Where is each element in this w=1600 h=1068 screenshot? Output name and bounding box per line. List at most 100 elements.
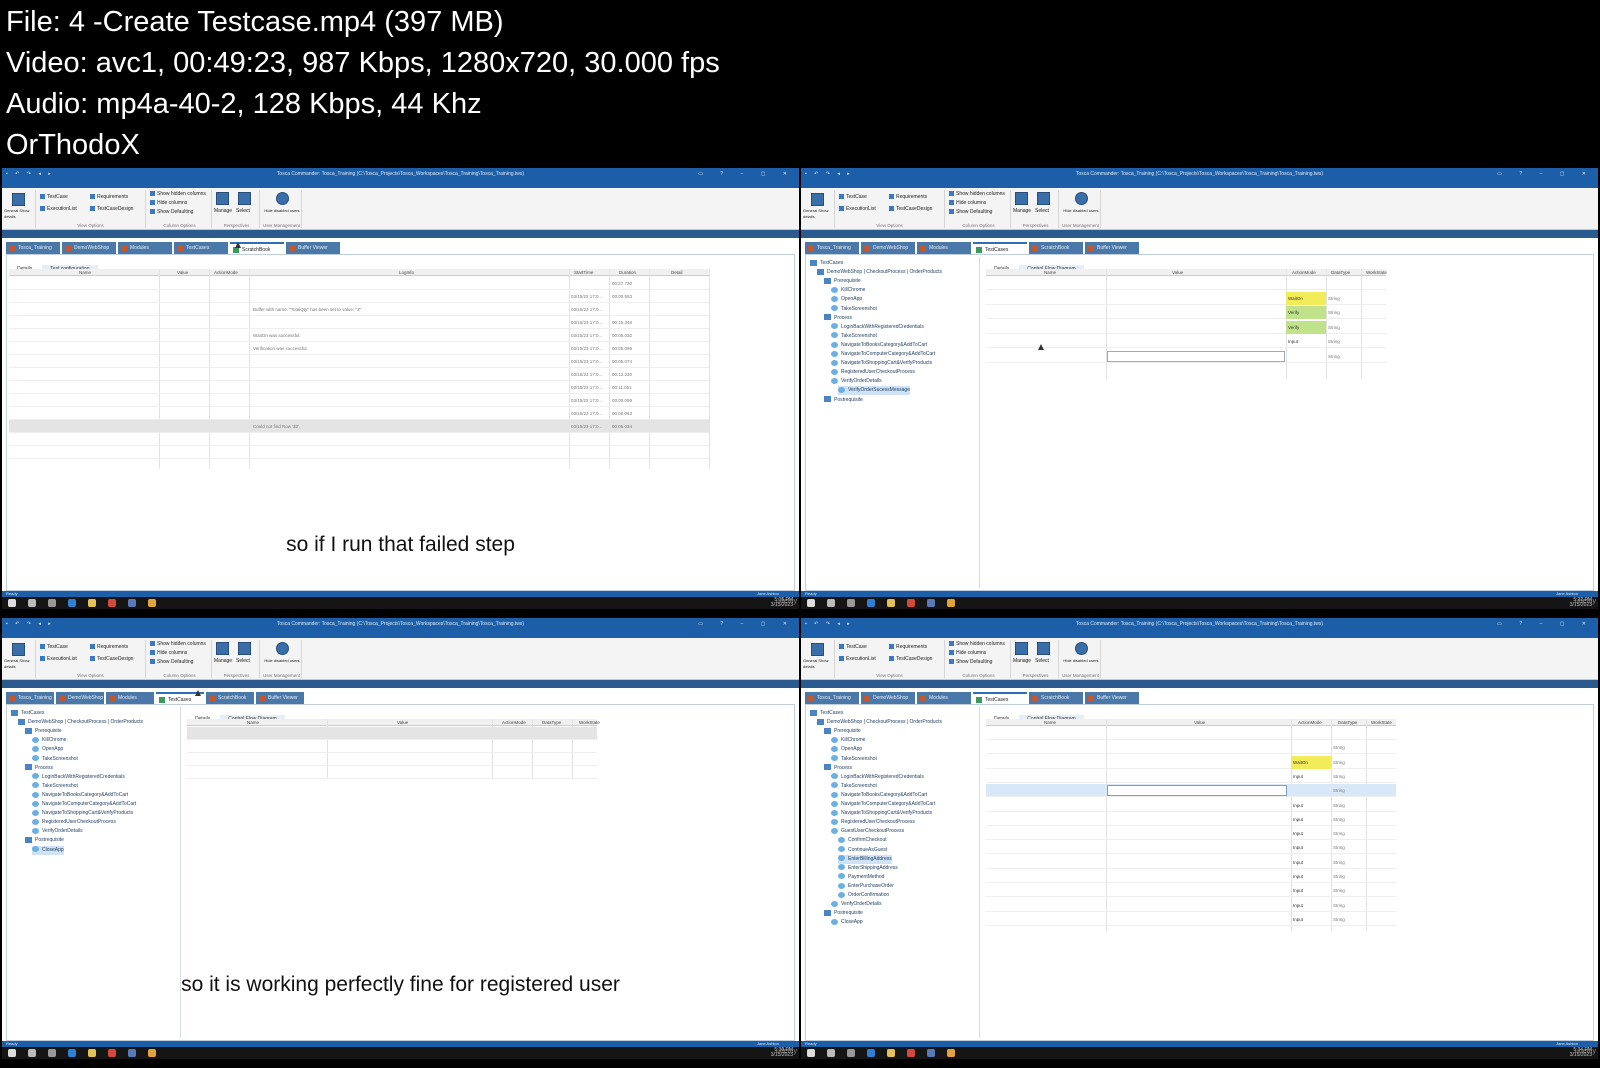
column-header-workstate[interactable]: WorkState <box>1366 269 1387 276</box>
teststep-row[interactable]: ContinueString <box>986 350 1386 363</box>
tree-node[interactable]: VerifyOrderDetails <box>32 827 83 836</box>
doc-tab-modules[interactable]: Modules <box>106 692 154 704</box>
teststep-row[interactable]: Last name:RANDOMTEXTInputString <box>986 799 1396 812</box>
executionlist-button[interactable]: ExecutionList <box>839 206 876 212</box>
tree-node[interactable]: KillChrome <box>831 286 865 295</box>
log-row[interactable]: Shopping cart (0)WaitOn was successful.0… <box>9 329 709 342</box>
explorer-icon[interactable] <box>887 599 895 607</box>
tree-node[interactable]: LoginBackWithRegisteredCredentials <box>831 773 924 782</box>
testcasedesign-button[interactable]: TestCaseDesign <box>90 656 133 662</box>
column-header-duration[interactable]: Duration <box>619 269 636 276</box>
show-hidden-columns-button[interactable]: Show hidden columns <box>150 641 206 647</box>
testcase-button[interactable]: TestCase <box>839 194 867 200</box>
tosca-icon[interactable] <box>128 599 136 607</box>
chrome-icon[interactable] <box>907 1049 915 1057</box>
general-show-details-icon[interactable] <box>12 643 25 656</box>
hide-columns-button[interactable]: Hide columns <box>150 200 187 206</box>
explorer-icon[interactable] <box>88 599 96 607</box>
hide-disabled-users-button[interactable]: Hide disabled users <box>264 208 300 214</box>
general-show-details-icon[interactable] <box>12 193 25 206</box>
testcase-button[interactable]: TestCase <box>839 644 867 650</box>
tosca-icon[interactable] <box>927 1049 935 1057</box>
start-icon[interactable] <box>8 1049 16 1057</box>
task-view-icon[interactable] <box>48 1049 56 1057</box>
tree-node[interactable]: TakeScreenshot <box>831 782 877 791</box>
show-defaulting-button[interactable]: Show Defaulting <box>949 209 992 215</box>
tree-node[interactable]: CloseApp <box>32 845 64 855</box>
tree-node[interactable]: NavigateToBooksCategory&AddToCart <box>831 791 927 800</box>
column-header-workstate[interactable]: WorkState <box>1371 719 1392 726</box>
tree-node[interactable]: VerifyOrderDetails <box>831 377 882 386</box>
tree-node[interactable]: LoginBackWithRegisteredCredentials <box>32 773 125 782</box>
show-hidden-columns-button[interactable]: Show hidden columns <box>150 191 206 197</box>
teststep-row[interactable]: Address 1:123 East StreetInputString <box>986 870 1396 883</box>
teststep-row[interactable]: LogoutFromDemoWebShop <box>187 740 597 753</box>
show-defaulting-button[interactable]: Show Defaulting <box>150 659 193 665</box>
tree-node[interactable]: ConfirmCheckout <box>838 836 887 845</box>
doc-tab-demowebshop[interactable]: DemoWebShop <box>56 692 104 704</box>
continue-value-input[interactable] <box>1107 350 1285 362</box>
select-button[interactable]: Select <box>236 208 250 214</box>
teststep-row[interactable]: Your order has been successfully process… <box>986 306 1386 319</box>
doc-tab-toscatraining[interactable]: Tosca_Training <box>805 692 859 704</box>
log-row[interactable]: Tbox Set Buffer03/15/23 17:0...00:00.553 <box>9 290 709 303</box>
tree-node[interactable]: VerifyOrderSucessMessage <box>838 386 910 396</box>
column-header-name[interactable]: Name <box>1044 269 1056 276</box>
requirements-button[interactable]: Requirements <box>90 194 128 200</box>
teststep-row[interactable]: State / province:Other (Non US)InputStri… <box>986 841 1396 855</box>
column-header-starttime[interactable]: StartTime <box>574 269 593 276</box>
doc-tab-toscatraining[interactable]: Tosca_Training <box>6 242 60 254</box>
tree-node[interactable]: RegisteredUserCheckoutProcess <box>831 368 915 377</box>
tree-node[interactable]: Prerequisite <box>824 277 861 286</box>
tree-node[interactable]: TakeScreenshot <box>831 755 877 764</box>
executionlist-button[interactable]: ExecutionList <box>839 656 876 662</box>
doc-tab-bufferviewer[interactable]: Buffer Viewer <box>256 692 304 704</box>
column-header-actionmode[interactable]: ActionMode <box>214 269 238 276</box>
chrome-2-icon[interactable] <box>947 1049 955 1057</box>
select-icon[interactable] <box>238 192 251 205</box>
show-defaulting-button[interactable]: Show Defaulting <box>150 209 193 215</box>
tree-node[interactable]: PaymentMethod <box>838 873 884 882</box>
log-row[interactable]: $203/15/23 17:0...00:00.063 <box>9 407 709 420</box>
requirements-button[interactable]: Requirements <box>889 194 927 200</box>
chrome-icon[interactable] <box>907 599 915 607</box>
edge-icon[interactable] <box>867 599 875 607</box>
select-icon[interactable] <box>238 642 251 655</box>
teststep-row[interactable]: First name:Visible == TrueWaitOnString <box>986 755 1396 769</box>
tree-node[interactable]: TakeScreenshot <box>831 305 877 314</box>
log-row[interactable]: Shopping cart (0)Verification was succes… <box>9 342 709 355</box>
teststep-row[interactable]: WaitForLogoutOperationToFinish <box>187 753 597 766</box>
column-header-datatype[interactable]: DataType <box>1331 269 1350 276</box>
log-row[interactable]: TotalQtyBuffer with name: "TotalQty" has… <box>9 303 709 316</box>
tree-node[interactable]: ContinueAsGuest <box>838 846 887 855</box>
window-controls[interactable]: ▭ ? – ▢ ✕ <box>698 168 795 180</box>
chrome-2-icon[interactable] <box>947 599 955 607</box>
testcasedesign-button[interactable]: TestCaseDesign <box>889 656 932 662</box>
search-icon[interactable] <box>28 1049 36 1057</box>
tree-node[interactable]: EnterBillingAddress <box>838 854 892 864</box>
tree-node[interactable]: GuestUserCheckoutProcess <box>831 827 904 836</box>
tree-node[interactable]: NavigateToShoppingCart&VerifyProducts <box>32 809 133 818</box>
teststep-row[interactable]: First name:GUESTInputString <box>986 770 1396 783</box>
general-show-details-button[interactable]: General Show details <box>803 208 835 220</box>
teststep-row[interactable]: Click here for order details.XInputStrin… <box>986 335 1386 348</box>
testcase-button[interactable]: TestCase <box>40 194 68 200</box>
tree-node[interactable]: TakeScreenshot <box>32 755 78 764</box>
select-button[interactable]: Select <box>1035 208 1049 214</box>
edge-icon[interactable] <box>68 1049 76 1057</box>
requirements-button[interactable]: Requirements <box>90 644 128 650</box>
tree-node[interactable]: NavigateToShoppingCart&VerifyProducts <box>831 359 932 368</box>
tree-node[interactable]: OpenApp <box>32 745 63 754</box>
chrome-icon[interactable] <box>108 599 116 607</box>
tree-node[interactable]: NavigateToBooksCategory&AddToCart <box>32 791 128 800</box>
teststep-row[interactable]: Country:United StatesInputString <box>986 827 1396 841</box>
tree-node[interactable]: TakeScreenshot <box>32 782 78 791</box>
doc-tab-scratchbook[interactable]: ScratchBook <box>206 692 254 704</box>
tree-node[interactable]: Postrequisite <box>824 909 863 918</box>
select-button[interactable]: Select <box>236 658 250 664</box>
doc-tab-scratchbook[interactable]: ScratchBook <box>1029 242 1083 254</box>
doc-tab-bufferviewer[interactable]: Buffer Viewer <box>1085 242 1139 254</box>
quick-access-icons[interactable]: ▪ ↶ ↷ ◂ ▸ <box>805 168 853 180</box>
task-view-icon[interactable] <box>847 1049 855 1057</box>
column-header-actionmode[interactable]: ActionMode <box>1292 269 1316 276</box>
